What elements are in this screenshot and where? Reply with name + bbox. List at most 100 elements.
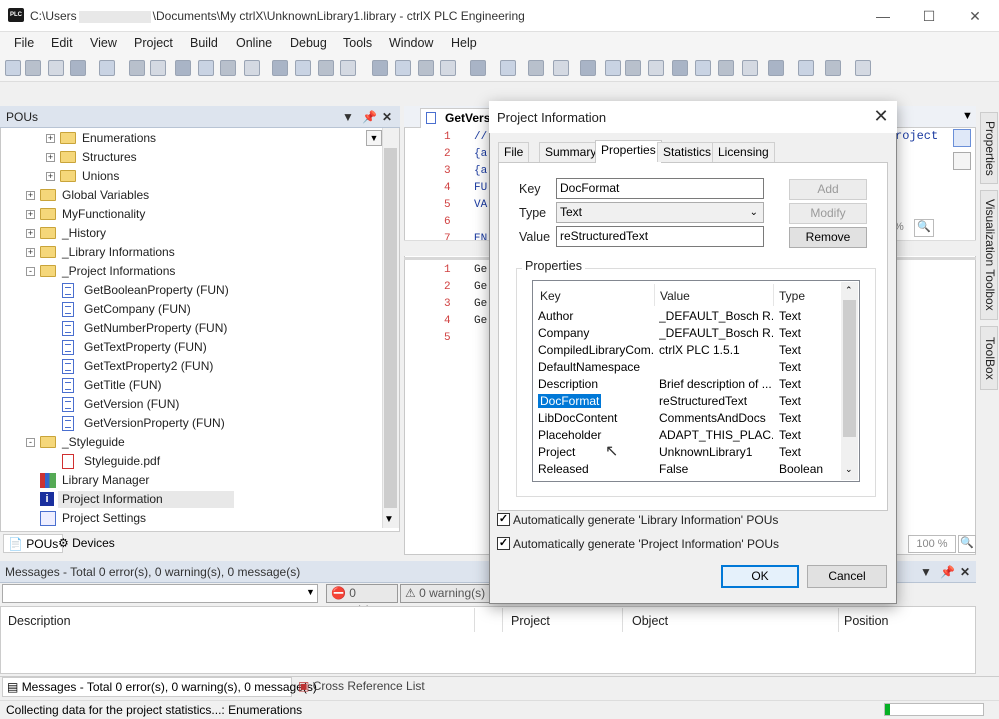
zoom-top-icon[interactable]: 🔍 bbox=[914, 219, 934, 237]
watch-icon[interactable] bbox=[855, 60, 871, 76]
expander-plus-icon[interactable]: + bbox=[26, 191, 35, 200]
open-icon[interactable] bbox=[25, 60, 41, 76]
code-line[interactable]: Ge bbox=[474, 298, 487, 310]
find-icon[interactable] bbox=[272, 60, 288, 76]
paste-icon[interactable] bbox=[220, 60, 236, 76]
property-row[interactable]: Author _DEFAULT_Bosch R... Text bbox=[533, 308, 839, 325]
editor-dropdown-icon[interactable]: ▼ bbox=[962, 110, 973, 122]
chevron-down-icon[interactable]: ▼ bbox=[306, 587, 315, 597]
dialog-close-icon[interactable]: ✕ bbox=[870, 106, 892, 128]
tab-file[interactable]: File bbox=[498, 142, 530, 162]
table-view-icon[interactable] bbox=[953, 152, 971, 170]
find-next-icon[interactable] bbox=[295, 60, 311, 76]
zoom-bottom-icon[interactable]: 🔍 bbox=[958, 535, 976, 553]
expander-plus-icon[interactable]: + bbox=[26, 210, 35, 219]
tab-summary[interactable]: Summary bbox=[539, 142, 603, 162]
expander-minus-icon[interactable]: - bbox=[26, 438, 35, 447]
panel-close-icon[interactable]: ✕ bbox=[382, 110, 392, 124]
menu-debug[interactable]: Debug bbox=[290, 36, 327, 50]
expander-plus-icon[interactable]: + bbox=[46, 153, 55, 162]
start-icon[interactable] bbox=[580, 60, 596, 76]
undo-icon[interactable] bbox=[129, 60, 145, 76]
code-line[interactable]: Ge bbox=[474, 264, 487, 276]
value-input[interactable]: reStructuredText bbox=[556, 226, 764, 247]
bookmark-prev-icon[interactable] bbox=[395, 60, 411, 76]
code-line[interactable]: {a bbox=[474, 148, 487, 160]
property-row[interactable]: DocFormat reStructuredText Text bbox=[533, 393, 839, 410]
modify-button[interactable]: Modify bbox=[789, 203, 867, 224]
expander-minus-icon[interactable]: - bbox=[26, 267, 35, 276]
column-object[interactable]: Object bbox=[632, 614, 668, 628]
bookmark-icon[interactable] bbox=[340, 60, 356, 76]
expander-plus-icon[interactable]: + bbox=[26, 248, 35, 257]
tab-messages[interactable]: ▤ Messages - Total 0 error(s), 0 warning… bbox=[2, 677, 317, 697]
tree-item[interactable]: GetCompany (FUN) bbox=[0, 300, 380, 319]
code-line[interactable]: Ge bbox=[474, 281, 487, 293]
bookmark-next-icon[interactable] bbox=[372, 60, 388, 76]
message-source-select[interactable] bbox=[2, 584, 318, 603]
scroll-up-icon[interactable]: ⌃ bbox=[845, 285, 853, 296]
property-row[interactable]: DefaultNamespace Text bbox=[533, 359, 839, 376]
errors-filter-button[interactable]: ⛔ 0 error(s) bbox=[326, 584, 398, 617]
auto-library-info-checkbox[interactable]: ✓ bbox=[497, 513, 510, 526]
scroll-down-icon[interactable]: ⌄ bbox=[845, 464, 853, 475]
column-type[interactable]: Type bbox=[779, 289, 805, 303]
expander-plus-icon[interactable]: + bbox=[46, 134, 55, 143]
tab-properties[interactable]: Properties bbox=[595, 140, 662, 163]
stop-icon[interactable] bbox=[605, 60, 621, 76]
property-row[interactable]: Company _DEFAULT_Bosch R... Text bbox=[533, 325, 839, 342]
warnings-filter-button[interactable]: ⚠ 0 warning(s) bbox=[400, 584, 490, 603]
zoom-bottom[interactable]: 100 % bbox=[908, 535, 956, 553]
auto-library-info-label[interactable]: Automatically generate 'Library Informat… bbox=[513, 513, 778, 527]
tree-item[interactable]: + _History bbox=[0, 224, 380, 243]
tab-licensing[interactable]: Licensing bbox=[712, 142, 775, 162]
tree-item[interactable]: GetTitle (FUN) bbox=[0, 376, 380, 395]
tree-item[interactable]: - _Project Informations bbox=[0, 262, 380, 281]
delete-icon[interactable] bbox=[244, 60, 260, 76]
show-next-icon[interactable] bbox=[768, 60, 784, 76]
column-value[interactable]: Value bbox=[660, 289, 690, 303]
build-icon[interactable] bbox=[470, 60, 486, 76]
menu-project[interactable]: Project bbox=[134, 36, 173, 50]
minimize-icon[interactable]: — bbox=[860, 0, 906, 32]
tab-statistics[interactable]: Statistics bbox=[657, 142, 718, 162]
redo-icon[interactable] bbox=[150, 60, 166, 76]
save-all-icon[interactable] bbox=[70, 60, 86, 76]
panel-menu-icon[interactable]: ▼ bbox=[342, 110, 354, 124]
step-over-icon[interactable] bbox=[648, 60, 664, 76]
menu-tools[interactable]: Tools bbox=[343, 36, 372, 50]
declaration-view-icon[interactable] bbox=[953, 129, 971, 147]
remove-button[interactable]: Remove bbox=[789, 227, 867, 248]
cut-icon[interactable] bbox=[175, 60, 191, 76]
set-next-icon[interactable] bbox=[742, 60, 758, 76]
generate-icon[interactable] bbox=[500, 60, 516, 76]
auto-project-info-label[interactable]: Automatically generate 'Project Informat… bbox=[513, 537, 779, 551]
messages-menu-icon[interactable]: ▼ bbox=[920, 565, 932, 579]
reset-icon[interactable] bbox=[625, 60, 641, 76]
tree-item[interactable]: - _Styleguide bbox=[0, 433, 380, 452]
column-key[interactable]: Key bbox=[540, 289, 561, 303]
column-project[interactable]: Project bbox=[511, 614, 550, 628]
code-line[interactable]: VA bbox=[474, 199, 487, 211]
auto-project-info-checkbox[interactable]: ✓ bbox=[497, 537, 510, 550]
step-into-icon[interactable] bbox=[672, 60, 688, 76]
tree-item[interactable]: + Structures bbox=[0, 148, 380, 167]
code-line[interactable]: // bbox=[474, 131, 487, 143]
tree-item[interactable]: GetNumberProperty (FUN) bbox=[0, 319, 380, 338]
messages-pin-icon[interactable]: 📌 bbox=[940, 565, 955, 579]
property-row[interactable]: Description Brief description of ... Text bbox=[533, 376, 839, 393]
menu-help[interactable]: Help bbox=[451, 36, 477, 50]
tree-item[interactable]: + _Library Informations bbox=[0, 243, 380, 262]
breakpoint-icon[interactable] bbox=[798, 60, 814, 76]
tree-item[interactable]: GetTextProperty (FUN) bbox=[0, 338, 380, 357]
login-icon[interactable] bbox=[528, 60, 544, 76]
expander-plus-icon[interactable]: + bbox=[46, 172, 55, 181]
tree-item[interactable]: Styleguide.pdf bbox=[0, 452, 380, 471]
tree-item[interactable]: GetTextProperty2 (FUN) bbox=[0, 357, 380, 376]
new-file-icon[interactable] bbox=[5, 60, 21, 76]
run-to-cursor-icon[interactable] bbox=[718, 60, 734, 76]
print-icon[interactable] bbox=[99, 60, 115, 76]
code-line[interactable]: {a bbox=[474, 165, 487, 177]
close-icon[interactable]: ✕ bbox=[952, 0, 998, 32]
tree-item[interactable]: Project Settings bbox=[0, 509, 380, 528]
